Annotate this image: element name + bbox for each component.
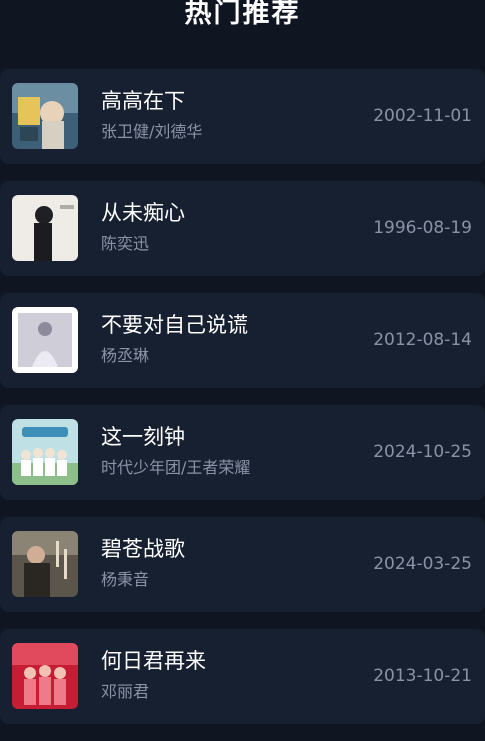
song-item[interactable]: 何日君再来 邓丽君 2013-10-21 <box>0 629 485 724</box>
song-item[interactable]: 这一刻钟 时代少年团/王者荣耀 2024-10-25 <box>0 405 485 500</box>
song-title: 不要对自己说谎 <box>101 313 248 337</box>
album-cover[interactable] <box>12 419 78 485</box>
song-artist: 邓丽君 <box>101 682 150 701</box>
song-title: 何日君再来 <box>101 649 206 673</box>
song-artist: 杨丞琳 <box>101 346 150 365</box>
album-cover-image <box>12 307 78 373</box>
song-artist: 时代少年团/王者荣耀 <box>101 458 251 477</box>
release-date: 2013-10-21 <box>373 666 472 686</box>
release-date: 1996-08-19 <box>373 218 472 238</box>
release-date: 2002-11-01 <box>373 106 472 126</box>
album-cover[interactable] <box>12 531 78 597</box>
page-title: 热门推荐 <box>184 0 301 29</box>
release-date: 2012-08-14 <box>373 330 472 350</box>
song-title: 碧苍战歌 <box>101 537 185 561</box>
release-date: 2024-10-25 <box>373 442 472 462</box>
song-item[interactable]: 不要对自己说谎 杨丞琳 2012-08-14 <box>0 293 485 388</box>
song-artist: 陈奕迅 <box>101 234 150 253</box>
album-cover-image <box>12 419 78 485</box>
song-item[interactable]: 从未痴心 陈奕迅 1996-08-19 <box>0 181 485 276</box>
album-cover[interactable] <box>12 307 78 373</box>
song-list: 高高在下 张卫健/刘德华 2002-11-01 从未痴心 陈奕迅 1996-08… <box>0 69 485 741</box>
release-date: 2024-03-25 <box>373 554 472 574</box>
album-cover[interactable] <box>12 83 78 149</box>
album-cover-image <box>12 83 78 149</box>
album-cover-image <box>12 531 78 597</box>
song-title: 这一刻钟 <box>101 425 185 449</box>
album-cover-image <box>12 195 78 261</box>
album-cover-image <box>12 643 78 709</box>
song-artist: 杨秉音 <box>101 570 150 589</box>
album-cover[interactable] <box>12 195 78 261</box>
song-title: 从未痴心 <box>101 201 185 225</box>
song-artist: 张卫健/刘德华 <box>101 122 203 141</box>
song-title: 高高在下 <box>101 89 185 113</box>
album-cover[interactable] <box>12 643 78 709</box>
song-item[interactable]: 碧苍战歌 杨秉音 2024-03-25 <box>0 517 485 612</box>
song-item[interactable]: 高高在下 张卫健/刘德华 2002-11-01 <box>0 69 485 164</box>
